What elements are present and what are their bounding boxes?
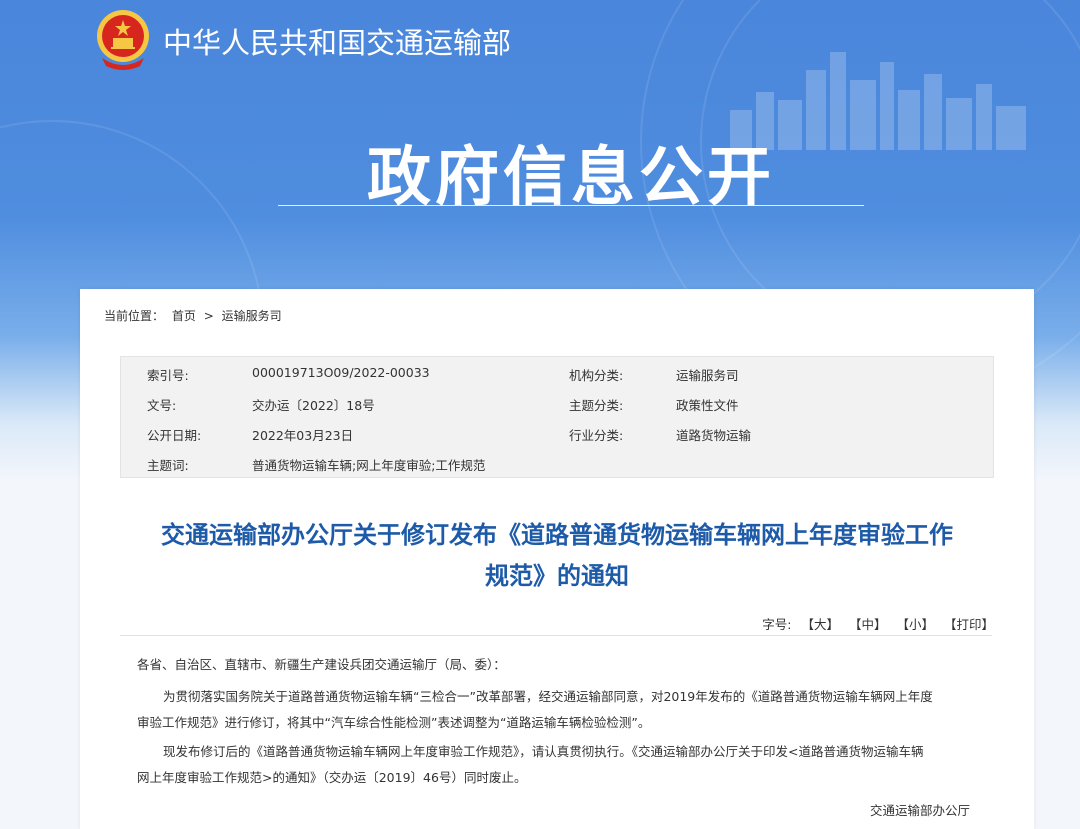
divider xyxy=(120,635,992,636)
font-small-button[interactable]: 【小】 xyxy=(896,617,934,632)
paragraph-2: 现发布修订后的《道路普通货物运输车辆网上年度审验工作规范》，请认真贯彻执行。《交… xyxy=(137,739,977,791)
national-emblem-icon[interactable] xyxy=(94,8,152,70)
site-name[interactable]: 中华人民共和国交通运输部 xyxy=(163,20,511,62)
salutation: 各省、自治区、直辖市、新疆生产建设兵团交通运输厅（局、委）： xyxy=(137,657,506,672)
font-size-toolbar: 字号: 【大】 【中】 【小】 【打印】 xyxy=(762,614,994,633)
meta-index-value: 000019713O09/2022-00033 xyxy=(252,365,430,380)
print-button[interactable]: 【打印】 xyxy=(944,617,994,632)
meta-docno-value: 交办运〔2022〕18号 xyxy=(252,398,375,413)
font-large-button[interactable]: 【大】 xyxy=(801,617,839,632)
document-meta-table: 索引号: 000019713O09/2022-00033 机构分类: 运输服务司… xyxy=(120,356,994,478)
meta-org-label: 机构分类: xyxy=(569,368,624,383)
meta-date-label: 公开日期: xyxy=(147,428,202,443)
document-title-line: 规范》的通知 xyxy=(485,562,629,590)
document-title-line: 交通运输部办公厅关于修订发布《道路普通货物运输车辆网上年度审验工作 xyxy=(161,521,953,549)
meta-industry-value: 道路货物运输 xyxy=(676,428,752,443)
meta-keywords-label: 主题词: xyxy=(147,458,189,473)
paragraph-line: 网上年度审验工作规范>的通知》（交办运〔2019〕46号）同时废止。 xyxy=(137,770,527,785)
breadcrumb-home-link[interactable]: 首页 xyxy=(172,309,196,323)
font-size-label: 字号: xyxy=(762,617,792,632)
paragraph-line: 现发布修订后的《道路普通货物运输车辆网上年度审验工作规范》，请认真贯彻执行。《交… xyxy=(163,744,924,759)
main-panel: 当前位置： 首页 > 运输服务司 索引号: 000019713O09/2022-… xyxy=(80,289,1034,829)
meta-topic-value: 政策性文件 xyxy=(676,398,739,413)
breadcrumb-separator: > xyxy=(203,309,214,323)
meta-org-value: 运输服务司 xyxy=(676,368,739,383)
meta-topic-label: 主题分类: xyxy=(569,398,624,413)
meta-docno-label: 文号: xyxy=(147,398,177,413)
breadcrumb-label: 当前位置： xyxy=(104,309,165,323)
title-underline xyxy=(278,205,864,206)
paragraph-line: 审验工作规范》进行修订，将其中“汽车综合性能检测”表述调整为“道路运输车辆检验检… xyxy=(137,715,651,730)
breadcrumb: 当前位置： 首页 > 运输服务司 xyxy=(104,307,286,324)
paragraph-line: 为贯彻落实国务院关于道路普通货物运输车辆“三检合一”改革部署，经交通运输部同意，… xyxy=(163,689,933,704)
paragraph-1: 为贯彻落实国务院关于道路普通货物运输车辆“三检合一”改革部署，经交通运输部同意，… xyxy=(137,684,977,736)
article-content: 索引号: 000019713O09/2022-00033 机构分类: 运输服务司… xyxy=(104,339,1010,829)
signature: 交通运输部办公厅 xyxy=(869,803,970,818)
breadcrumb-current-link[interactable]: 运输服务司 xyxy=(222,309,282,323)
document-title: 交通运输部办公厅关于修订发布《道路普通货物运输车辆网上年度审验工作 规范》的通知 xyxy=(104,515,1010,597)
meta-date-value: 2022年03月23日 xyxy=(252,428,354,443)
meta-industry-label: 行业分类: xyxy=(569,428,624,443)
font-medium-button[interactable]: 【中】 xyxy=(849,617,887,632)
meta-index-label: 索引号: xyxy=(147,368,189,383)
meta-keywords-value: 普通货物运输车辆;网上年度审验;工作规范 xyxy=(252,458,486,473)
